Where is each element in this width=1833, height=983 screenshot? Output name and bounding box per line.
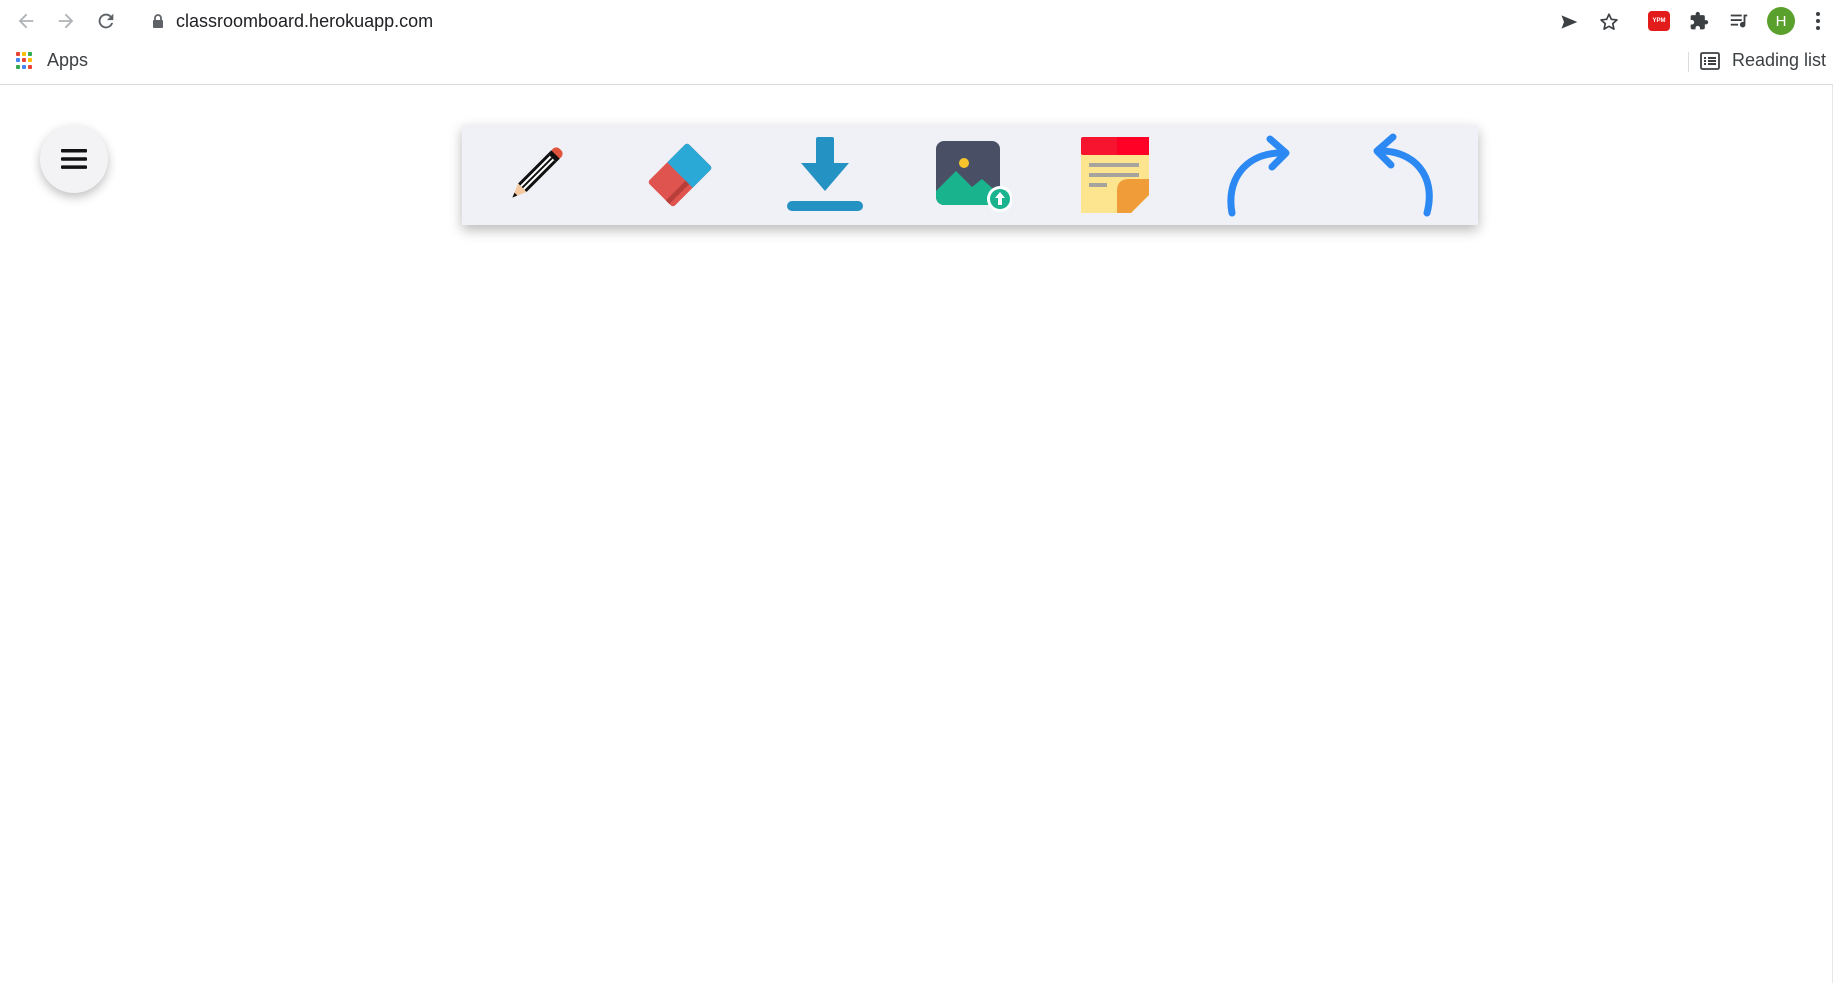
send-to-device-button[interactable]	[1557, 10, 1581, 34]
reading-list-button[interactable]: Reading list	[1700, 50, 1826, 71]
forward-button[interactable]	[51, 6, 81, 36]
puzzle-icon	[1690, 11, 1709, 30]
sticky-note-button[interactable]	[1070, 133, 1160, 217]
profile-avatar[interactable]: H	[1767, 7, 1795, 35]
url-text: classroomboard.herokuapp.com	[176, 11, 434, 31]
bookmarks-bar: Apps Reading list	[0, 44, 1833, 80]
back-button[interactable]	[11, 6, 41, 36]
playlist-icon	[1730, 14, 1748, 28]
undo-button[interactable]	[1360, 133, 1450, 217]
drawing-toolbar	[462, 125, 1478, 225]
image-upload-icon	[936, 141, 1012, 212]
eraser-icon	[648, 143, 712, 207]
lock-icon	[153, 14, 163, 28]
ypm-extension-icon: YPM	[1648, 11, 1670, 31]
send-icon	[1561, 15, 1578, 29]
address-bar[interactable]: classroomboard.herokuapp.com	[136, 2, 1634, 40]
forward-arrow-icon	[58, 13, 74, 29]
apps-grid-icon	[16, 51, 34, 70]
reload-button[interactable]	[91, 6, 121, 36]
browser-menu-button[interactable]	[1810, 8, 1826, 34]
more-vert-icon	[1816, 12, 1820, 30]
upload-image-button[interactable]	[925, 133, 1015, 217]
undo-icon	[1373, 133, 1433, 217]
ypm-extension-button[interactable]: YPM	[1646, 8, 1672, 34]
apps-label: Apps	[47, 50, 89, 70]
sticky-note-icon	[1081, 137, 1149, 213]
redo-icon	[1227, 135, 1290, 217]
star-outline-icon	[1600, 13, 1618, 30]
download-button[interactable]	[780, 133, 870, 217]
bookmark-star-button[interactable]	[1597, 10, 1621, 34]
media-controls-button[interactable]	[1726, 8, 1752, 34]
browser-chrome: classroomboard.herokuapp.com YPM H Apps …	[0, 0, 1833, 85]
menu-button[interactable]	[40, 125, 108, 193]
hamburger-icon	[61, 149, 87, 169]
download-icon	[787, 137, 863, 211]
apps-shortcut[interactable]: Apps	[16, 50, 88, 71]
back-arrow-icon	[18, 13, 34, 29]
redo-button[interactable]	[1215, 133, 1305, 217]
reading-list-icon	[1700, 51, 1720, 70]
reading-list-label: Reading list	[1732, 50, 1827, 70]
whiteboard-canvas[interactable]	[0, 85, 1833, 983]
bookmarks-divider	[1688, 52, 1689, 72]
pencil-icon	[512, 147, 563, 198]
pencil-tool-button[interactable]	[490, 133, 580, 217]
extensions-button[interactable]	[1686, 8, 1712, 34]
reload-icon	[98, 13, 114, 29]
eraser-tool-button[interactable]	[635, 133, 725, 217]
